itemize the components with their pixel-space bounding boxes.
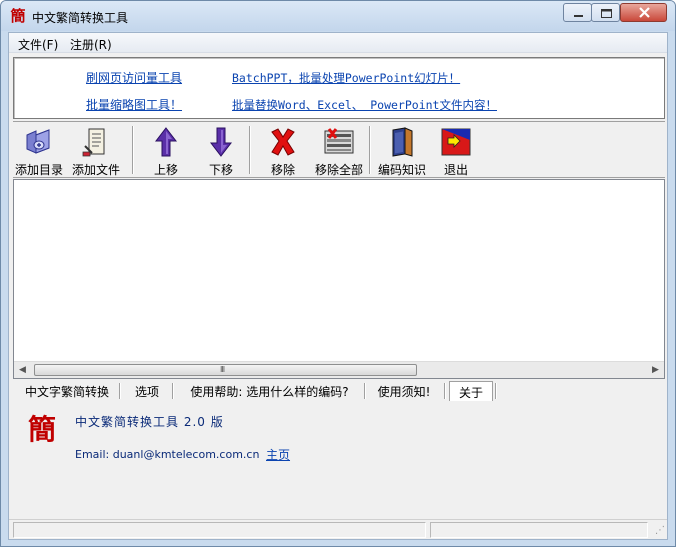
encoding-knowledge-button[interactable]: 编码知识	[374, 124, 430, 177]
homepage-link[interactable]: 主页	[266, 446, 290, 463]
window-title: 中文繁简转换工具	[32, 11, 129, 25]
tab-separator	[364, 383, 366, 399]
horizontal-scrollbar[interactable]: ◀ III ▶	[14, 361, 664, 378]
remove-label: 移除	[270, 163, 295, 177]
tab-about[interactable]: 关于	[449, 381, 493, 401]
minimize-button[interactable]	[563, 3, 592, 22]
title-bar[interactable]: 簡 中文繁简转换工具	[1, 1, 675, 31]
status-panel-main	[13, 522, 426, 538]
tab-separator	[172, 383, 174, 399]
scroll-left-icon[interactable]: ◀	[14, 362, 31, 378]
status-bar: ⋰	[9, 519, 667, 539]
minimize-icon	[564, 5, 591, 25]
arrow-down-icon	[205, 126, 237, 158]
close-button[interactable]	[620, 3, 667, 22]
add-file-button[interactable]: 添加文件	[68, 124, 124, 177]
red-x-icon	[267, 126, 299, 158]
file-add-icon	[80, 126, 112, 158]
folder-add-icon	[23, 126, 55, 158]
tab-options[interactable]: 选项	[124, 381, 170, 401]
remove-all-button[interactable]: 移除全部	[311, 124, 367, 177]
about-panel: 簡 中文繁简转换工具 2.0 版 Email: duanl@kmtelecom.…	[13, 403, 665, 515]
exit-icon	[440, 126, 472, 158]
client-area: 文件(F) 注册(R) 刷网页访问量工具 BatchPPT，批量处理PowerP…	[8, 32, 668, 540]
arrow-up-icon	[150, 126, 182, 158]
tab-notice[interactable]: 使用须知!	[369, 381, 439, 401]
remove-all-label: 移除全部	[314, 163, 363, 177]
tab-convert[interactable]: 中文字繁简转换	[17, 381, 117, 401]
scroll-right-icon[interactable]: ▶	[647, 362, 664, 378]
remove-all-icon	[323, 126, 355, 158]
maximize-icon	[592, 5, 619, 25]
book-icon	[386, 126, 418, 158]
add-file-label: 添加文件	[71, 163, 120, 177]
link-batch-replace[interactable]: 批量替换Word、Excel、 PowerPoint文件内容！	[232, 97, 497, 113]
remove-button[interactable]: 移除	[255, 124, 311, 177]
file-list[interactable]: ◀ III ▶	[13, 179, 665, 379]
about-email: Email: duanl@kmtelecom.com.cn	[75, 448, 260, 461]
menu-register[interactable]: 注册(R)	[70, 36, 112, 53]
about-title: 中文繁简转换工具 2.0 版	[75, 415, 224, 429]
scroll-thumb[interactable]: III	[34, 364, 417, 376]
link-web-traffic-tool[interactable]: 刷网页访问量工具	[86, 69, 182, 86]
tab-separator	[444, 383, 446, 399]
scroll-grip: III	[220, 365, 225, 374]
exit-label: 退出	[443, 163, 468, 177]
resize-grip-icon[interactable]: ⋰	[653, 525, 665, 537]
add-folder-button[interactable]: 添加目录	[11, 124, 67, 177]
menu-file[interactable]: 文件(F)	[18, 36, 58, 53]
tab-strip: 中文字繁简转换 选项 使用帮助: 选用什么样的编码? 使用须知! 关于	[13, 379, 665, 401]
menu-bar: 文件(F) 注册(R)	[9, 33, 667, 53]
maximize-button[interactable]	[591, 3, 620, 22]
status-panel-secondary	[430, 522, 648, 538]
link-batchppt[interactable]: BatchPPT，批量处理PowerPoint幻灯片！	[232, 70, 460, 86]
app-window: 簡 中文繁简转换工具 文件(F) 注册(R) 刷网页访问量工具 BatchPPT…	[0, 0, 676, 547]
tab-help[interactable]: 使用帮助: 选用什么样的编码?	[177, 381, 362, 401]
move-down-button[interactable]: 下移	[193, 124, 249, 177]
tab-separator	[119, 383, 121, 399]
tab-separator	[495, 383, 497, 399]
move-down-label: 下移	[208, 163, 233, 177]
close-icon	[621, 4, 666, 25]
add-folder-label: 添加目录	[14, 163, 63, 177]
ad-banner: 刷网页访问量工具 BatchPPT，批量处理PowerPoint幻灯片！ 批量缩…	[13, 57, 665, 119]
toolbar: 添加目录 添加文件 上移 下移 移除 移除全部 编码知识 退出	[13, 121, 665, 178]
app-icon: 簡	[10, 7, 26, 25]
link-thumbnail-tool[interactable]: 批量缩略图工具！	[86, 96, 182, 113]
exit-button[interactable]: 退出	[428, 124, 484, 177]
move-up-button[interactable]: 上移	[138, 124, 194, 177]
about-logo: 簡	[27, 413, 56, 446]
